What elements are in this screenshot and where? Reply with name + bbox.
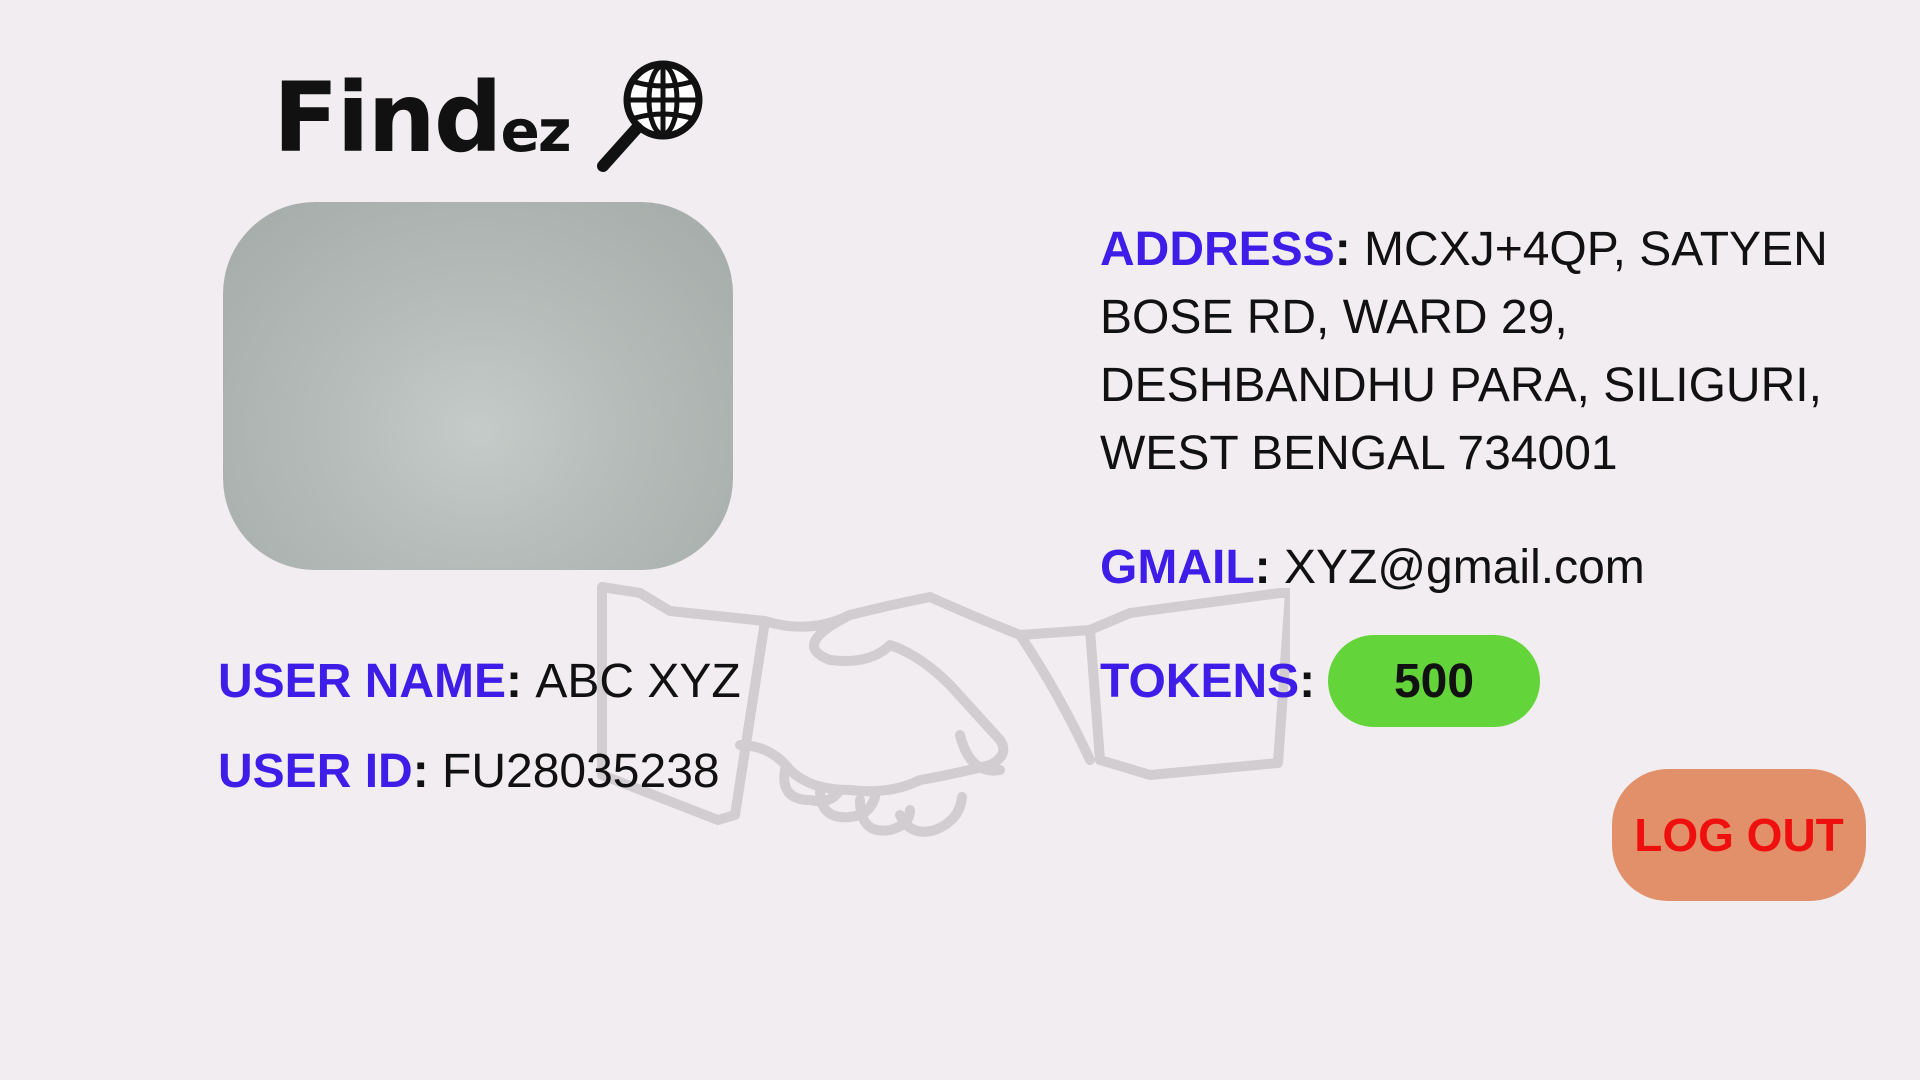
gmail-label: GMAIL (1100, 541, 1255, 594)
userid-value: FU28035238 (442, 745, 720, 798)
gmail-value: XYZ@gmail.com (1283, 541, 1645, 594)
username-value: ABC XYZ (535, 655, 741, 708)
logout-button[interactable]: LOG OUT (1612, 769, 1866, 901)
findez-logo: Findez (273, 58, 713, 178)
username-field: USER NAME: ABC XYZ (218, 655, 741, 708)
username-label: USER NAME (218, 655, 507, 708)
tokens-badge: 500 (1328, 635, 1540, 727)
tokens-field: TOKENS: (1100, 655, 1316, 708)
userid-field: USER ID: FU28035238 (218, 745, 720, 798)
address-label: ADDRESS (1100, 223, 1335, 276)
tokens-label: TOKENS (1100, 655, 1300, 708)
userid-label: USER ID (218, 745, 413, 798)
magnifier-globe-icon (597, 60, 703, 172)
logo-text-suffix: ez (500, 97, 572, 165)
address-field: ADDRESS: MCXJ+4QP, SATYEN BOSE RD, WARD … (1100, 223, 1828, 480)
gmail-field: GMAIL: XYZ@gmail.com (1100, 541, 1645, 594)
avatar (223, 202, 733, 570)
logo-text-main: Find (273, 62, 503, 174)
